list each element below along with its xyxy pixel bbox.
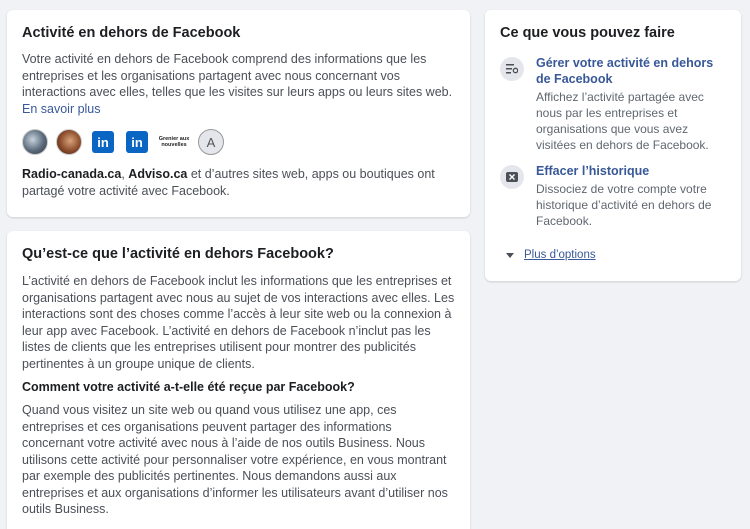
offsite-activity-card: Activité en dehors de Facebook Votre act… (7, 10, 470, 217)
what-subheading: Comment votre activité a-t-elle été reçu… (22, 380, 355, 394)
what-is-card: Qu’est-ce que l’activité en dehors Faceb… (7, 231, 470, 529)
linkedin-logo-1[interactable]: in (90, 129, 116, 155)
what-title: Qu’est-ce que l’activité en dehors Faceb… (22, 246, 334, 262)
badge-logo-letter: A (206, 134, 216, 150)
linkedin-icon: in (92, 131, 114, 153)
clear-x-icon (500, 165, 524, 189)
manage-activity-link[interactable]: Gérer votre activité en dehors de Facebo… (536, 55, 726, 87)
offsite-intro: Votre activité en dehors de Facebook com… (22, 51, 455, 117)
clear-history-link[interactable]: Effacer l’historique (536, 163, 726, 179)
manage-activity-desc: Affichez l’activité partagée avec nous p… (536, 90, 709, 152)
more-options-link[interactable]: Plus d’options (524, 249, 596, 261)
clear-history-action[interactable]: Effacer l’historique Dissociez de votre … (500, 163, 726, 229)
manage-activity-text: Gérer votre activité en dehors de Facebo… (536, 55, 726, 153)
offsite-title: Activité en dehors de Facebook (22, 25, 241, 41)
linkedin-icon: in (126, 131, 148, 153)
site-name-1: Radio-canada.ca (22, 167, 122, 181)
actions-card: Ce que vous pouvez faire Gérer votre act… (485, 10, 741, 281)
grenier-logo-text: Grenier aux nouvelles (158, 136, 190, 148)
badge-logo[interactable]: A (198, 129, 224, 155)
sites-shared-text: Radio-canada.ca, Adviso.ca et d’autres s… (22, 166, 455, 199)
site-logo-photo-1[interactable] (22, 129, 48, 155)
clear-history-text: Effacer l’historique Dissociez de votre … (536, 163, 726, 229)
grenier-logo[interactable]: Grenier aux nouvelles (158, 129, 190, 155)
more-options[interactable]: Plus d’options (506, 249, 726, 261)
site-logos: in in Grenier aux nouvelles A (22, 127, 455, 157)
site-name-2: Adviso.ca (128, 167, 188, 181)
what-paragraph-2: Quand vous visitez un site web ou quand … (22, 403, 448, 516)
site-logo-photo-2[interactable] (56, 129, 82, 155)
actions-title: Ce que vous pouvez faire (500, 25, 675, 41)
offsite-intro-text: Votre activité en dehors de Facebook com… (22, 52, 453, 99)
clear-history-desc: Dissociez de votre compte votre historiq… (536, 182, 712, 228)
learn-more-link[interactable]: En savoir plus (22, 102, 101, 116)
manage-list-icon (500, 57, 524, 81)
manage-activity-action[interactable]: Gérer votre activité en dehors de Facebo… (500, 55, 726, 153)
linkedin-logo-2[interactable]: in (124, 129, 150, 155)
what-paragraph-1: L’activité en dehors de Facebook inclut … (22, 274, 455, 371)
caret-down-icon (506, 252, 514, 258)
